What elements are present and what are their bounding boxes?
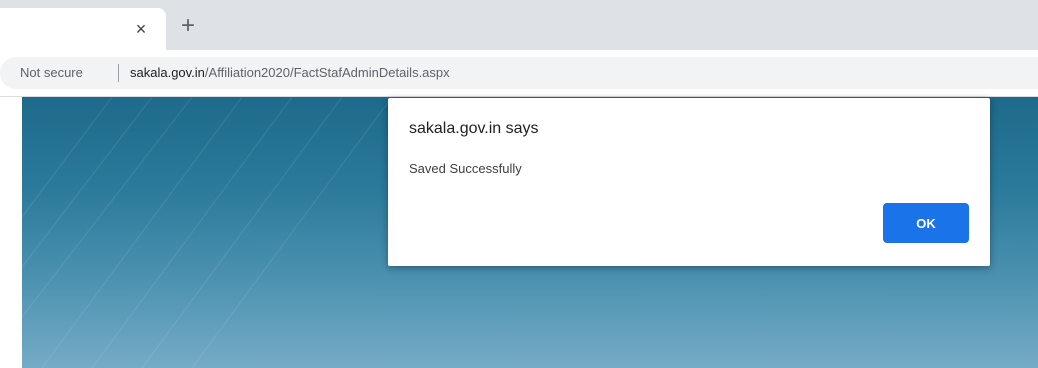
browser-tab[interactable]: × (0, 8, 166, 50)
browser-toolbar: Not secure sakala.gov.in/Affiliation2020… (0, 50, 1038, 97)
dialog-title: sakala.gov.in says (409, 120, 539, 137)
security-indicator[interactable]: Not secure (20, 65, 83, 80)
close-icon[interactable]: × (130, 18, 152, 40)
ok-button[interactable]: OK (883, 203, 969, 243)
address-separator (118, 64, 119, 82)
url-domain: sakala.gov.in (130, 65, 205, 80)
url-path: /Affiliation2020/FactStafAdminDetails.as… (204, 65, 450, 80)
alert-dialog: sakala.gov.in says Saved Successfully OK (388, 98, 990, 266)
dialog-message: Saved Successfully (409, 161, 522, 176)
address-bar[interactable]: Not secure sakala.gov.in/Affiliation2020… (0, 57, 1038, 89)
url-text[interactable]: sakala.gov.in/Affiliation2020/FactStafAd… (130, 65, 450, 80)
plus-icon[interactable]: + (176, 14, 200, 39)
tab-strip: × + (0, 0, 1038, 50)
